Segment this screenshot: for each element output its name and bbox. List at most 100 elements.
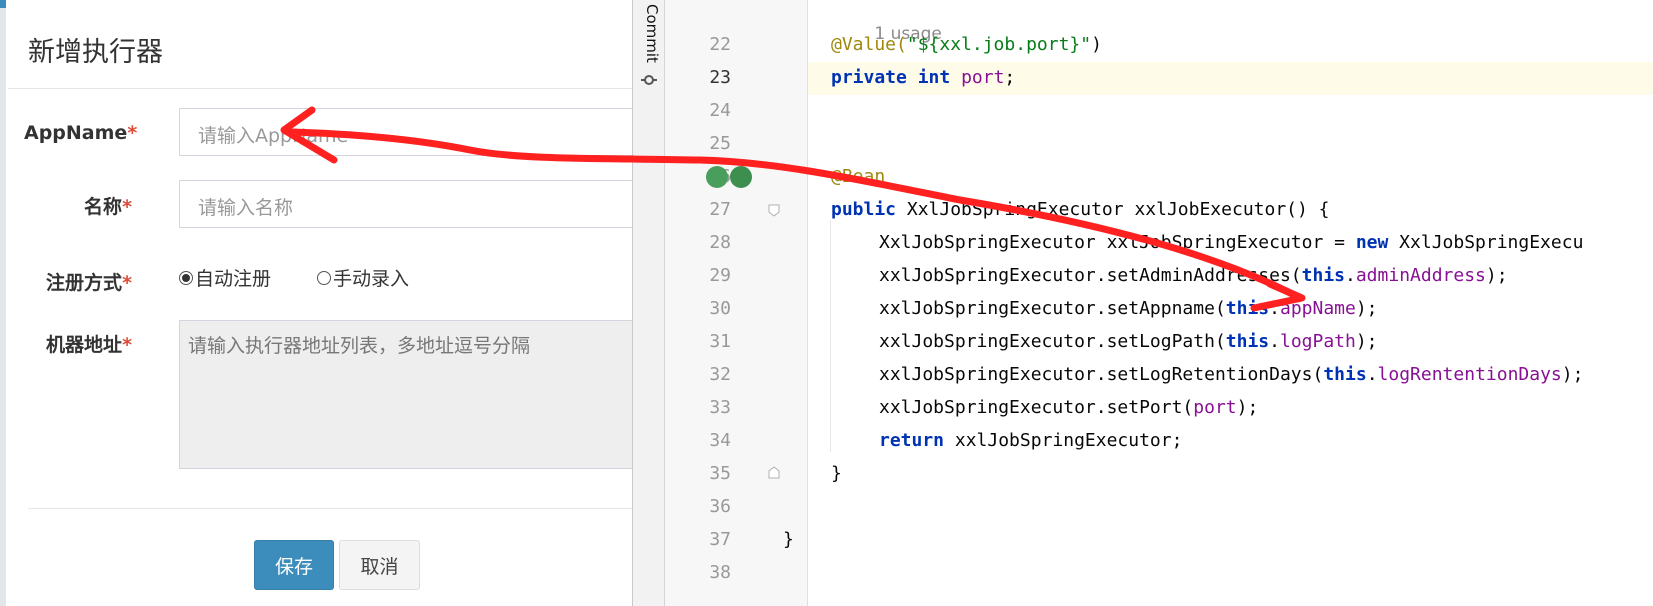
fold-open-icon[interactable] (768, 204, 780, 217)
line-number: 24 (709, 100, 731, 121)
fold-close-icon[interactable] (768, 466, 780, 479)
keyword: private (831, 67, 907, 88)
keyword: this (1225, 298, 1270, 319)
tool-window-strip: Commit (632, 0, 665, 606)
code-line-31: xxlJobSpringExecutor.setLogPath(this.log… (879, 331, 1378, 352)
code-text: xxlJobSpringExecutor.setPort( (879, 397, 1194, 418)
footer-divider (28, 508, 632, 509)
punct: ); (1236, 397, 1259, 418)
code-line-33: xxlJobSpringExecutor.setPort(port); (879, 397, 1258, 418)
punct: . (1269, 298, 1280, 319)
keyword: this (1323, 364, 1367, 385)
name-label: 名称* (24, 192, 132, 219)
address-label: 机器地址* (24, 330, 132, 357)
field: adminAddress (1355, 265, 1486, 286)
indent-guide (830, 220, 831, 452)
line-number: 38 (709, 562, 731, 583)
commit-tab[interactable]: Commit (643, 4, 661, 66)
line-number: 30 (709, 298, 731, 319)
annotation: @Bean (831, 166, 886, 187)
punct: ; (1004, 67, 1016, 88)
line-number: 25 (709, 133, 731, 154)
line-number: 36 (709, 496, 731, 517)
line-number: 35 (709, 463, 731, 484)
code-line-34: return xxlJobSpringExecutor; (879, 430, 1182, 451)
address-textarea[interactable]: 请输入执行器地址列表，多地址逗号分隔 (179, 320, 632, 469)
keyword: this (1225, 331, 1270, 352)
radio-manual-entry[interactable]: 手动录入 (317, 264, 409, 291)
line-number: 22 (709, 34, 731, 55)
punct: . (1366, 364, 1378, 385)
line-number: 27 (709, 199, 731, 220)
code-text: XxlJobSpringExecutor xxlJobExecutor() { (896, 199, 1330, 220)
line-number: 29 (709, 265, 731, 286)
code-line-22: @Value("${xxl.job.port}") (831, 34, 1102, 55)
code-text: xxlJobSpringExecutor.setAppname( (879, 298, 1226, 319)
code-text: xxlJobSpringExecutor.setAdminAddresses( (879, 265, 1302, 286)
required-mark: * (122, 334, 132, 356)
code-line-32: xxlJobSpringExecutor.setLogRetentionDays… (879, 364, 1583, 385)
line-number: 32 (709, 364, 731, 385)
string-literal: "${xxl.job.port}" (906, 34, 1092, 55)
radio-checked-icon (179, 270, 193, 285)
current-line-highlight (665, 62, 1653, 95)
required-mark: * (122, 196, 132, 218)
code-text: XxlJobSpringExecu (1388, 232, 1584, 253)
punct: . (1345, 265, 1356, 286)
commit-icon[interactable] (641, 72, 657, 88)
spring-autowire-icon[interactable] (730, 166, 752, 188)
punct: ); (1355, 331, 1378, 352)
code-line-29: xxlJobSpringExecutor.setAdminAddresses(t… (879, 265, 1508, 286)
field: port (961, 67, 1005, 88)
punct: ); (1561, 364, 1584, 385)
radio-auto-register[interactable]: 自动注册 (179, 264, 271, 291)
add-executor-dialog: 新增执行器 AppName* 请输入AppName 名称* 请输入名称 注册方式… (0, 0, 632, 606)
code-line-27: public XxlJobSpringExecutor xxlJobExecut… (831, 199, 1330, 220)
required-mark: * (127, 122, 138, 144)
keyword: return (879, 430, 945, 451)
code-text: xxlJobSpringExecutor; (944, 430, 1183, 451)
keyword: int (917, 67, 951, 88)
code-line-37: } (783, 529, 794, 550)
name-input[interactable]: 请输入名称 (179, 180, 632, 228)
code-text: xxlJobSpringExecutor.setLogPath( (879, 331, 1226, 352)
field: appName (1279, 298, 1356, 319)
code-line-26: @Bean (831, 166, 885, 187)
line-number: 31 (709, 331, 731, 352)
header-divider (8, 88, 632, 89)
radio-manual-label: 手动录入 (333, 268, 410, 290)
code-line-28: XxlJobSpringExecutor xxlJobSpringExecuto… (879, 232, 1583, 253)
appname-label-text: AppName (24, 122, 128, 144)
cancel-button[interactable]: 取消 (339, 540, 420, 590)
backdrop-edge (0, 0, 6, 606)
address-label-text: 机器地址 (46, 334, 123, 356)
annotation: @Value( (831, 34, 907, 55)
address-placeholder: 请输入执行器地址列表，多地址逗号分隔 (188, 335, 531, 357)
name-placeholder: 请输入名称 (198, 197, 294, 219)
register-type-label-text: 注册方式 (46, 272, 123, 294)
code-editor: Commit 22 23 24 25 26 27 28 29 30 31 32 … (632, 0, 1653, 606)
punct: ); (1485, 265, 1508, 286)
code-text: xxlJobSpringExecutor.setLogRetentionDays… (879, 364, 1324, 385)
punct: ); (1355, 298, 1378, 319)
punct: . (1269, 331, 1280, 352)
line-number: 28 (709, 232, 731, 253)
field: logPath (1279, 331, 1356, 352)
save-button[interactable]: 保存 (254, 540, 334, 590)
spring-bean-icon[interactable] (706, 166, 728, 188)
field: logRententionDays (1377, 364, 1562, 385)
radio-unchecked-icon (317, 270, 331, 285)
code-line-35: } (831, 463, 842, 484)
appname-input[interactable]: 请输入AppName (179, 108, 632, 156)
name-label-text: 名称 (84, 196, 123, 218)
dialog-title: 新增执行器 (28, 37, 163, 68)
radio-auto-label: 自动注册 (195, 268, 272, 290)
register-type-label: 注册方式* (24, 268, 132, 295)
field: port (1193, 397, 1237, 418)
appname-placeholder: 请输入AppName (198, 125, 349, 147)
line-number: 23 (709, 67, 731, 88)
code-line-30: xxlJobSpringExecutor.setAppname(this.app… (879, 298, 1378, 319)
line-number: 34 (709, 430, 731, 451)
backdrop-accent (0, 0, 6, 8)
closing-brace: } (783, 529, 794, 550)
